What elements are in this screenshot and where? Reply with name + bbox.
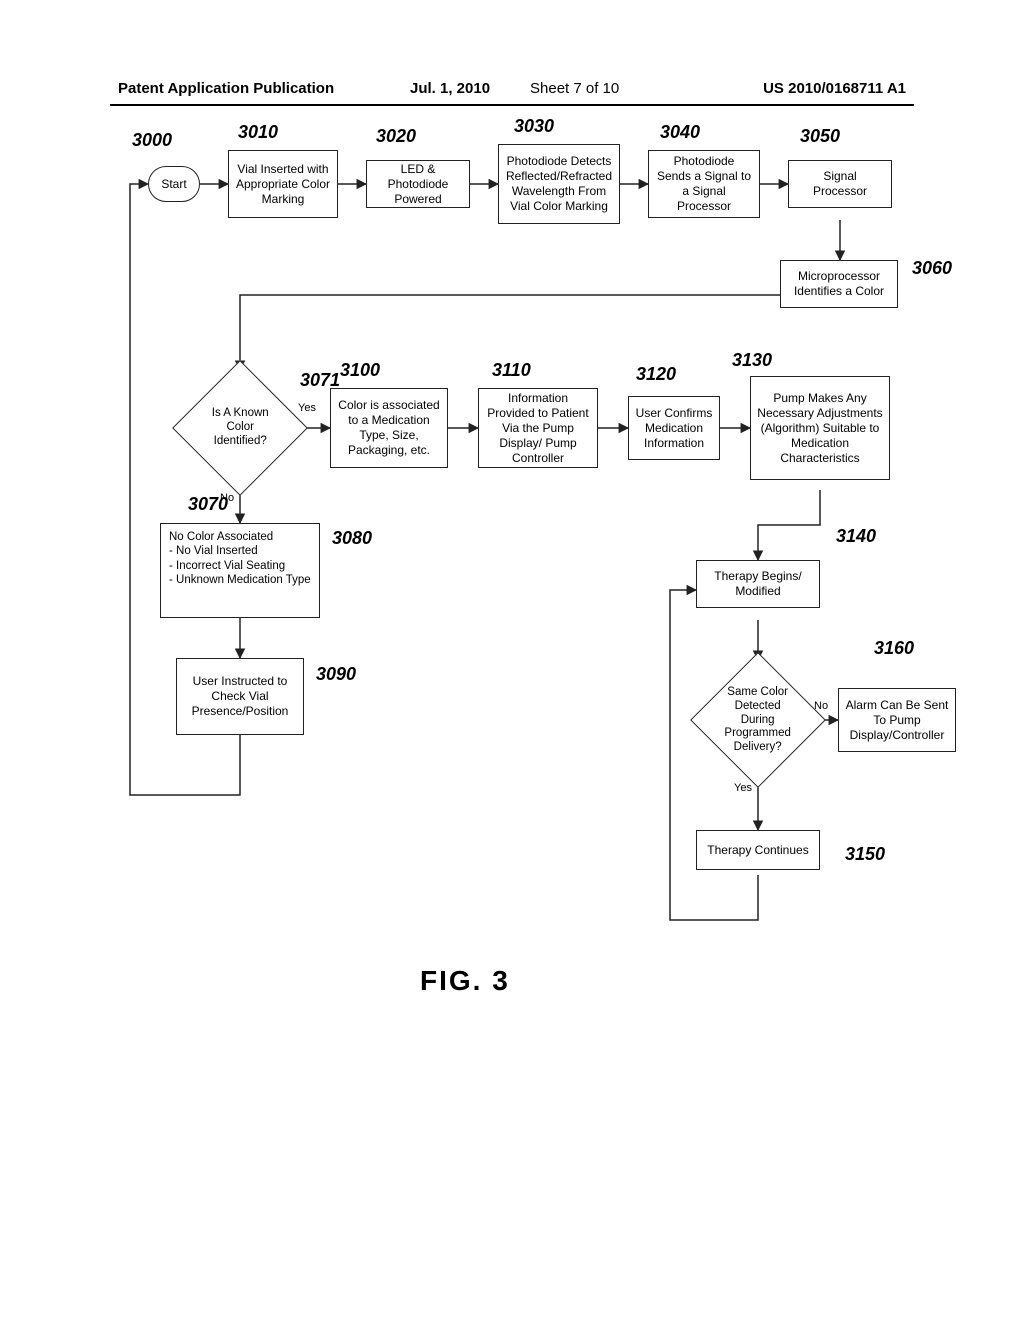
ref-3030: 3030 [514, 116, 554, 137]
ref-3090: 3090 [316, 664, 356, 685]
header-date: Jul. 1, 2010 [410, 80, 490, 97]
node-3090: User Instructed to Check Vial Presence/P… [176, 658, 304, 735]
header-publication: Patent Application Publication [118, 80, 334, 97]
node-3120: User Confirms Medication Information [628, 396, 720, 460]
node-3010: Vial Inserted with Appropriate Color Mar… [228, 150, 338, 218]
node-3130: Pump Makes Any Necessary Adjustments (Al… [750, 376, 890, 480]
ref-3000: 3000 [132, 130, 172, 151]
node-3040: Photodiode Sends a Signal to a Signal Pr… [648, 150, 760, 218]
label-yes-delivery: Yes [734, 782, 752, 794]
ref-3150: 3150 [845, 844, 885, 865]
header-sheet: Sheet 7 of 10 [530, 80, 619, 97]
ref-3120: 3120 [636, 364, 676, 385]
label-no-delivery: No [814, 700, 828, 712]
ref-3020: 3020 [376, 126, 416, 147]
label-yes-3071: Yes [298, 402, 316, 414]
node-3060: Microprocessor Identifies a Color [780, 260, 898, 308]
ref-3060: 3060 [912, 258, 952, 279]
node-3100: Color is associated to a Medication Type… [330, 388, 448, 468]
node-3080: No Color Associated - No Vial Inserted -… [160, 523, 320, 618]
ref-3071: 3071 [300, 370, 340, 391]
page-header: Patent Application Publication Jul. 1, 2… [0, 80, 1024, 104]
node-3160: Alarm Can Be Sent To Pump Display/Contro… [838, 688, 956, 752]
header-rule [110, 104, 914, 106]
node-3000-start: Start [148, 166, 200, 202]
node-3030: Photodiode Detects Reflected/Refracted W… [498, 144, 620, 224]
ref-3140: 3140 [836, 526, 876, 547]
ref-3080: 3080 [332, 528, 372, 549]
node-3020: LED & Photodiode Powered [366, 160, 470, 208]
ref-3100: 3100 [340, 360, 380, 381]
ref-3040: 3040 [660, 122, 700, 143]
label-no-3070: No [220, 492, 234, 504]
node-3140: Therapy Begins/ Modified [696, 560, 820, 608]
node-3150: Therapy Continues [696, 830, 820, 870]
header-pubno: US 2010/0168711 A1 [763, 80, 906, 97]
figure-label: FIG. 3 [420, 965, 510, 997]
ref-3160: 3160 [874, 638, 914, 659]
flowchart-fig-3: Start Vial Inserted with Appropriate Col… [120, 130, 900, 1210]
node-3110: Information Provided to Patient Via the … [478, 388, 598, 468]
ref-3050: 3050 [800, 126, 840, 147]
ref-3110: 3110 [492, 360, 531, 381]
ref-3130: 3130 [732, 350, 772, 371]
node-3050: Signal Processor [788, 160, 892, 208]
ref-3010: 3010 [238, 122, 278, 143]
